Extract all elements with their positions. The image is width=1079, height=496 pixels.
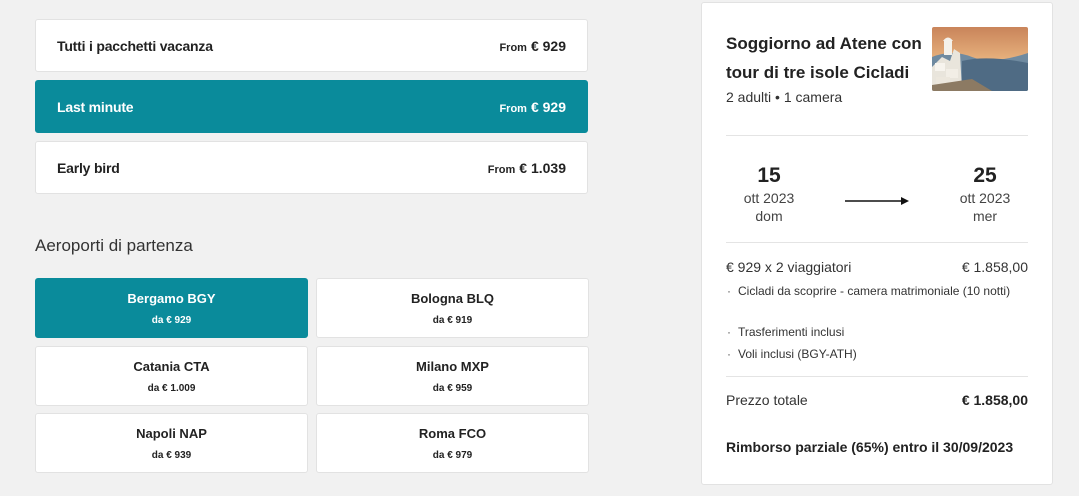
package-last-minute[interactable]: Last minute From € 929 [35,80,588,133]
total-value: € 1.858,00 [961,392,1028,408]
airport-price: da € 959 [432,382,473,394]
airport-name: Bologna BLQ [410,290,495,306]
divider [726,376,1028,377]
inclusion-text: Trasferimenti inclusi [738,325,845,339]
airport-name: Milano MXP [416,358,489,374]
checkout-weekday: mer [972,208,998,224]
total-price-row: Prezzo totale € 1.858,00 [726,392,1028,408]
inclusion-item: · Cicladi da scoprire - camera matrimoni… [726,281,1026,301]
booking-summary-card: Soggiorno ad Atene con tour di tre isole… [701,2,1053,485]
total-label: Prezzo totale [726,392,808,408]
package-amount: € 929 [530,37,566,54]
package-amount: € 929 [530,98,566,115]
refund-policy: Rimborso parziale (65%) entro il 30/09/2… [726,439,1014,455]
inclusion-item: · Trasferimenti inclusi [726,322,1026,342]
checkin-day: 15 [757,164,781,187]
airport-option-blq[interactable]: Bologna BLQ da € 919 [316,278,589,338]
price-per-traveler-row: € 929 x 2 viaggiatori € 1.858,00 [726,259,1028,275]
package-early-bird[interactable]: Early bird From € 1.039 [35,141,588,194]
package-all[interactable]: Tutti i pacchetti vacanza From € 929 [35,19,588,72]
divider [726,242,1028,243]
divider [726,135,1028,136]
package-name: Last minute [57,98,134,115]
airport-name: Catania CTA [133,358,210,374]
arrow-right-icon [845,197,909,205]
checkout-date: 25 ott 2023 mer [940,163,1030,225]
airport-name: Napoli NAP [136,425,207,441]
airport-option-cta[interactable]: Catania CTA da € 1.009 [35,346,308,406]
airport-option-bgy[interactable]: Bergamo BGY da € 929 [35,278,308,338]
inclusion-item: · Voli inclusi (BGY-ATH) [726,344,1026,364]
package-price: From € 929 [499,38,566,54]
trip-image [932,27,1028,91]
airport-name: Roma FCO [418,425,487,441]
package-price: From € 929 [499,99,566,115]
departure-airports-title: Aeroporti di partenza [35,236,193,255]
airport-price: da € 979 [432,449,473,461]
checkin-date: 15 ott 2023 dom [724,163,814,225]
guests-info: 2 adulti • 1 camera [726,89,843,105]
checkin-weekday: dom [755,208,783,224]
package-from-label: From [499,41,527,54]
airport-name: Bergamo BGY [127,290,216,306]
package-name: Early bird [57,159,120,176]
bullet-icon: · [727,347,731,361]
airport-price: da € 929 [151,314,192,326]
airport-price: da € 939 [151,449,192,461]
bullet-icon: · [727,284,731,298]
checkout-month-year: ott 2023 [959,190,1011,206]
checkout-day: 25 [973,164,997,187]
airport-price: da € 1.009 [147,382,196,394]
bullet-icon: · [727,325,731,339]
package-from-label: From [499,102,527,115]
airport-price: da € 919 [432,314,473,326]
package-name: Tutti i pacchetti vacanza [57,37,213,54]
inclusion-text: Cicladi da scoprire - camera matrimonial… [738,284,1011,298]
package-amount: € 1.039 [519,159,566,176]
airport-option-nap[interactable]: Napoli NAP da € 939 [35,413,308,473]
price-line-value: € 1.858,00 [961,259,1028,275]
airport-option-fco[interactable]: Roma FCO da € 979 [316,413,589,473]
airport-option-mxp[interactable]: Milano MXP da € 959 [316,346,589,406]
checkin-month-year: ott 2023 [743,190,795,206]
package-price: From € 1.039 [488,160,566,176]
inclusion-text: Voli inclusi (BGY-ATH) [738,347,857,361]
package-from-label: From [487,163,516,176]
price-line-label: € 929 x 2 viaggiatori [726,259,852,275]
trip-title: Soggiorno ad Atene con tour di tre isole… [726,34,922,82]
